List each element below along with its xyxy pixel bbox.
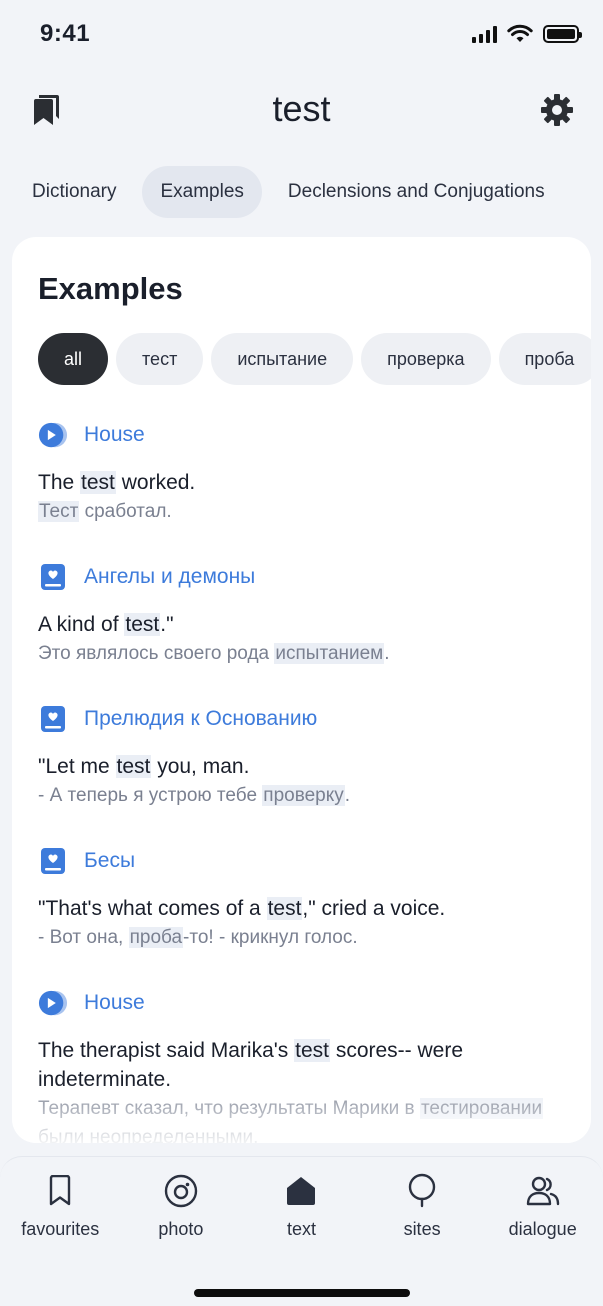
battery-icon	[543, 25, 582, 43]
book-icon	[38, 562, 68, 592]
source-label: House	[84, 423, 145, 446]
example-translation: - Вот она, проба-то! - крикнул голос.	[38, 927, 358, 948]
chip-proverka[interactable]: проверка	[361, 333, 491, 385]
page-title: test	[272, 88, 331, 129]
camera-icon	[161, 1171, 201, 1211]
nav-favourites[interactable]: favourites	[0, 1171, 120, 1240]
nav-dialogue[interactable]: dialogue	[483, 1171, 603, 1240]
nav-sites[interactable]: sites	[362, 1171, 482, 1240]
settings-button[interactable]	[537, 90, 577, 130]
users-icon	[523, 1171, 563, 1211]
nav-label: sites	[403, 1219, 441, 1239]
list-item: Прелюдия к Основанию "Let me test you, m…	[38, 701, 568, 810]
example-translation: Терапевт сказал, что результаты Марики в…	[38, 1098, 544, 1143]
home-icon	[281, 1171, 321, 1211]
nav-photo[interactable]: photo	[121, 1171, 241, 1240]
nav-label: text	[286, 1219, 316, 1239]
chip-test[interactable]: тест	[116, 333, 204, 385]
header: test	[0, 80, 603, 140]
source-label: Бесы	[84, 849, 136, 872]
source-link[interactable]: Ангелы и демоны	[38, 559, 568, 595]
example-english: The test worked.	[38, 471, 196, 494]
chip-all[interactable]: all	[38, 333, 109, 385]
speech-bubble-icon	[402, 1171, 442, 1211]
example-english: "That's what comes of a test," cried a v…	[38, 897, 446, 920]
list-item: Ангелы и демоны A kind of test." Это явл…	[38, 559, 568, 668]
tab-dictionary[interactable]: Dictionary	[14, 166, 134, 218]
nav-label: dialogue	[508, 1219, 577, 1239]
gear-icon	[541, 94, 573, 126]
nav-label: photo	[158, 1219, 204, 1239]
video-icon	[38, 988, 68, 1018]
example-english: "Let me test you, man.	[38, 755, 250, 778]
tab-examples[interactable]: Examples	[142, 166, 262, 218]
chip-ispytanie[interactable]: испытание	[211, 333, 354, 385]
signal-icon	[472, 25, 497, 43]
tab-declensions-and-conjugations[interactable]: Declensions and Conjugations	[270, 166, 563, 218]
list-item: Бесы "That's what comes of a test," crie…	[38, 843, 568, 952]
source-link[interactable]: House	[38, 985, 568, 1021]
home-indicator	[194, 1289, 410, 1297]
chip-proba[interactable]: проба	[498, 333, 591, 385]
source-label: Ангелы и демоны	[84, 565, 256, 588]
examples-list: House The test worked. Тест сработал. Ан…	[38, 417, 568, 1143]
status-time: 9:41	[40, 20, 91, 47]
nav-text[interactable]: text	[241, 1171, 361, 1240]
bookmark-icon	[40, 1171, 80, 1211]
section-title: Examples	[38, 271, 183, 306]
status-icons	[472, 24, 582, 44]
video-icon	[38, 420, 68, 450]
tab-bar: Dictionary Examples Declensions and Conj…	[14, 166, 563, 218]
source-label: Прелюдия к Основанию	[84, 707, 318, 730]
filter-chips: all тест испытание проверка проба	[38, 333, 591, 385]
status-bar: 9:41	[0, 0, 603, 72]
example-english: A kind of test."	[38, 613, 174, 636]
example-translation: Это являлось своего рода испытанием.	[38, 643, 390, 664]
source-link[interactable]: Прелюдия к Основанию	[38, 701, 568, 737]
examples-card: Examples all тест испытание проверка про…	[12, 237, 591, 1143]
wifi-icon	[507, 24, 533, 42]
example-translation: Тест сработал.	[38, 501, 172, 522]
example-english: The therapist said Marika's test scores-…	[38, 1039, 464, 1091]
nav-label: favourites	[21, 1219, 100, 1239]
source-link[interactable]: Бесы	[38, 843, 568, 879]
book-icon	[38, 704, 68, 734]
list-item: House The therapist said Marika's test s…	[38, 985, 568, 1143]
source-link[interactable]: House	[38, 417, 568, 453]
book-icon	[38, 846, 68, 876]
list-item: House The test worked. Тест сработал.	[38, 417, 568, 526]
source-label: House	[84, 991, 145, 1014]
bottom-nav: favourites photo text sites dialogue	[0, 1156, 603, 1306]
example-translation: - А теперь я устрою тебе проверку.	[38, 785, 351, 806]
